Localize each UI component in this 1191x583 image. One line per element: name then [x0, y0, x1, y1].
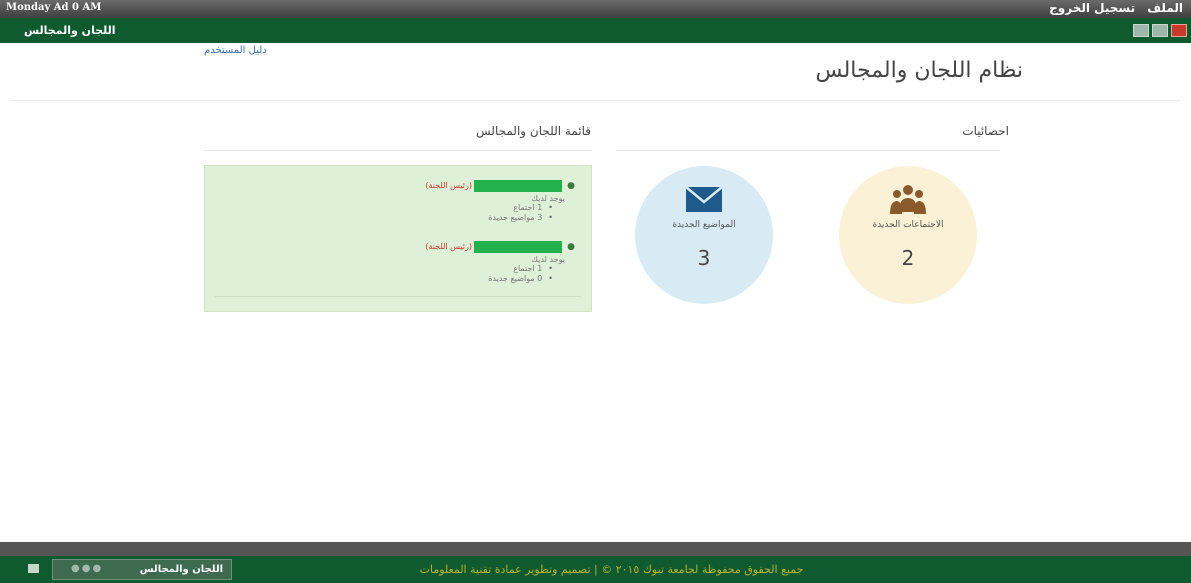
- new-topics-label: المواضيع الجديدة: [672, 220, 736, 230]
- list-item[interactable]: ● (رئيس اللجنة) يوجد لديك 1 اجتماع 3 موا…: [235, 180, 575, 223]
- date-display: Monday Ad 0 AM: [6, 2, 102, 13]
- menu-logout[interactable]: تسجيل الخروج: [1049, 1, 1135, 15]
- divider: [616, 150, 1000, 151]
- taskbar-menu-icon[interactable]: [28, 564, 39, 573]
- footer: ●●● اللجان والمجالس جميع الحقوق محفوظة ل…: [0, 556, 1191, 583]
- meetings-count-item[interactable]: 1 اجتماع: [235, 264, 553, 274]
- committee-subtitle: يوجد لديك: [531, 255, 565, 264]
- committee-details: 1 اجتماع 0 مواضيع جديدة: [235, 264, 575, 284]
- committees-title: قائمة اللجان والمجالس: [476, 124, 591, 138]
- committee-role: (رئيس اللجنة): [425, 181, 472, 190]
- minimize-button[interactable]: [1133, 24, 1149, 37]
- new-topics-stat[interactable]: المواضيع الجديدة 3: [635, 166, 773, 304]
- map-pin-icon: ●: [567, 181, 575, 191]
- committee-details: 1 اجتماع 3 مواضيع جديدة: [235, 203, 575, 223]
- user-guide-link[interactable]: دليل المستخدم: [204, 45, 267, 56]
- committee-role: (رئيس اللجنة): [425, 242, 472, 251]
- topics-count-item[interactable]: 0 مواضيع جديدة: [235, 274, 553, 284]
- divider: [10, 100, 1180, 101]
- divider: [215, 296, 581, 297]
- topics-count-item[interactable]: 3 مواضيع جديدة: [235, 213, 553, 223]
- committee-name-highlight: [474, 241, 562, 253]
- new-meetings-label: الاجتماعات الجديدة: [872, 220, 944, 230]
- copyright-text: جميع الحقوق محفوظة لجامعة تبوك ٢٠١٥ © | …: [419, 563, 804, 576]
- divider: [204, 150, 592, 151]
- meetings-count-item[interactable]: 1 اجتماع: [235, 203, 553, 213]
- page-title: نظام اللجان والمجالس: [815, 58, 1023, 83]
- window-title: اللجان والمجالس: [24, 24, 116, 37]
- top-menu: الملف تسجيل الخروج: [1049, 1, 1183, 15]
- window-title-bar: اللجان والمجالس: [0, 18, 1191, 43]
- group-icon: [890, 185, 926, 214]
- close-button[interactable]: [1171, 24, 1187, 37]
- committee-subtitle: يوجد لديك: [531, 194, 565, 203]
- new-meetings-count: 2: [901, 246, 915, 270]
- envelope-icon: [685, 186, 723, 212]
- new-topics-count: 3: [697, 246, 711, 270]
- menu-file[interactable]: الملف: [1147, 1, 1183, 15]
- taskbar-window-label: اللجان والمجالس: [139, 564, 223, 575]
- stats-title: احصائيات: [962, 124, 1009, 138]
- maximize-button[interactable]: [1152, 24, 1168, 37]
- committee-name-highlight: [474, 180, 562, 192]
- taskbar-window-button[interactable]: ●●● اللجان والمجالس: [52, 559, 232, 580]
- taskbar-thumbnail-icon: ●●●: [71, 563, 104, 574]
- committees-list: ● (رئيس اللجنة) يوجد لديك 1 اجتماع 3 موا…: [204, 165, 592, 312]
- window-controls: [1133, 24, 1187, 37]
- list-item[interactable]: ● (رئيس اللجنة) يوجد لديك 1 اجتماع 0 موا…: [235, 241, 575, 284]
- footer-separator: [0, 542, 1191, 556]
- map-pin-icon: ●: [567, 242, 575, 252]
- top-menu-bar: Monday Ad 0 AM الملف تسجيل الخروج: [0, 0, 1191, 18]
- new-meetings-stat[interactable]: الاجتماعات الجديدة 2: [839, 166, 977, 304]
